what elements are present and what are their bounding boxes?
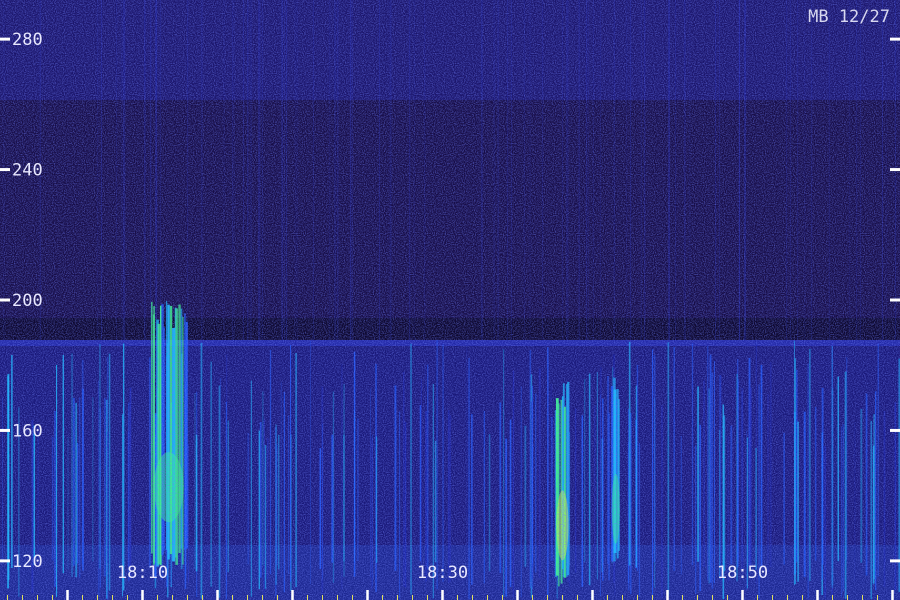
y-tick-label: 240 [12, 161, 43, 181]
y-tick-label: 280 [12, 30, 43, 50]
date-stamp: MB 12/27 [808, 7, 890, 27]
x-tick-label: 18:50 [717, 563, 768, 583]
y-tick-label: 120 [12, 552, 43, 572]
x-tick-label: 18:30 [417, 563, 468, 583]
y-tick-label: 160 [12, 421, 43, 441]
speckle-noise [0, 0, 900, 600]
x-tick-label: 18:10 [117, 563, 168, 583]
spectrogram-chart: 280 240 200 160 120 18:10 18:30 18:50 MB 12/27 [0, 0, 900, 600]
y-tick-label: 200 [12, 291, 43, 311]
